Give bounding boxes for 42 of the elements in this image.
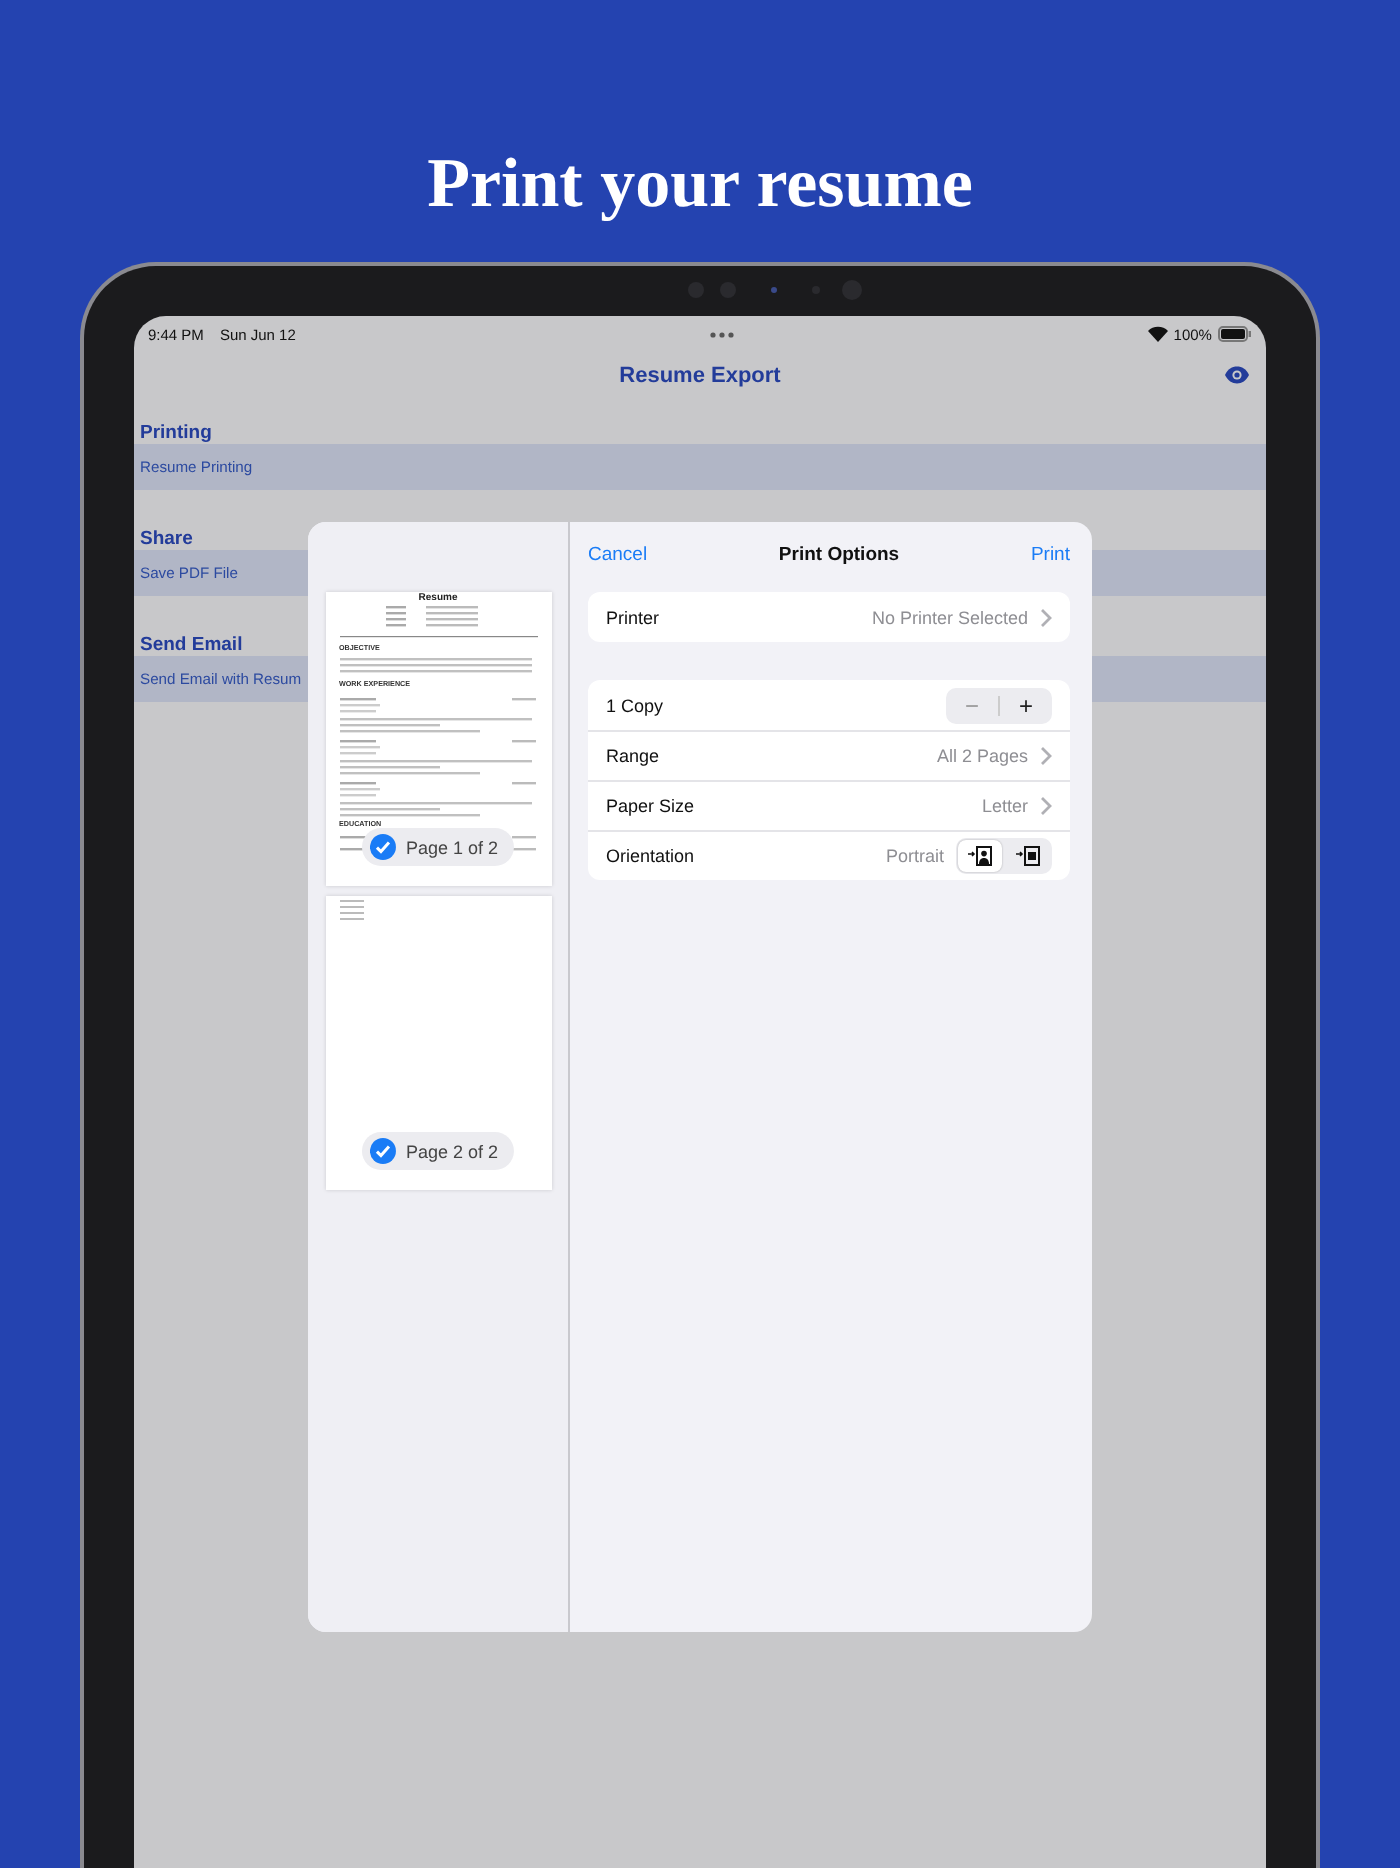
option-row[interactable]: Range All 2 Pages (588, 730, 1070, 780)
option-value: Portrait (885, 846, 944, 866)
option-label: 1 Copy (606, 695, 664, 715)
page-badge[interactable]: Page 2 of 2 (361, 1132, 515, 1170)
chevron-icon (1040, 607, 1052, 627)
portrait-button[interactable] (958, 840, 1002, 872)
wifi-icon (1147, 326, 1168, 342)
print-button[interactable]: Print (1030, 543, 1070, 565)
option-value: All 2 Pages (936, 746, 1028, 766)
eye-icon[interactable] (1224, 366, 1250, 384)
sheet-title: Print Options (778, 543, 900, 565)
option-row[interactable]: Paper Size Letter (588, 780, 1070, 830)
cancel-button[interactable]: Cancel (588, 543, 648, 565)
page-label: Page 2 of 2 (405, 1141, 499, 1161)
checkmark-icon[interactable] (369, 834, 396, 860)
page-label: Page 1 of 2 (405, 837, 499, 857)
section-header: Share (138, 526, 195, 550)
section-header: Printing (138, 420, 214, 444)
chevron-icon (1040, 746, 1052, 766)
option-value: No Printer Selected (871, 607, 1028, 627)
battery-icon (1217, 326, 1252, 342)
page-badge[interactable]: Page 1 of 2 (361, 828, 515, 866)
option-value: Letter (981, 796, 1028, 816)
landscape-icon (1016, 846, 1040, 866)
option-label: Orientation (606, 846, 695, 866)
portrait-icon (968, 846, 992, 866)
option-label: Range (606, 746, 660, 766)
section-header: Send Email (138, 632, 245, 656)
option-row[interactable]: Orientation Portrait (588, 830, 1070, 880)
headline: Print your resume (425, 142, 975, 226)
option-label: Printer (606, 607, 660, 627)
copies-stepper[interactable]: − + (946, 687, 1052, 723)
more-icon (709, 331, 734, 337)
chevron-icon (1040, 796, 1052, 816)
checkmark-icon[interactable] (369, 1138, 396, 1164)
nav-title: Resume Export (619, 364, 781, 388)
page-content-drawing (339, 900, 363, 920)
option-label: Paper Size (606, 796, 695, 816)
increment-button[interactable]: + (1000, 687, 1052, 723)
printer-row[interactable]: Printer No Printer Selected (588, 592, 1070, 642)
option-row[interactable]: 1 Copy − + (588, 680, 1070, 730)
page-thumbnail[interactable]: Page 2 of 2 (325, 896, 551, 1190)
